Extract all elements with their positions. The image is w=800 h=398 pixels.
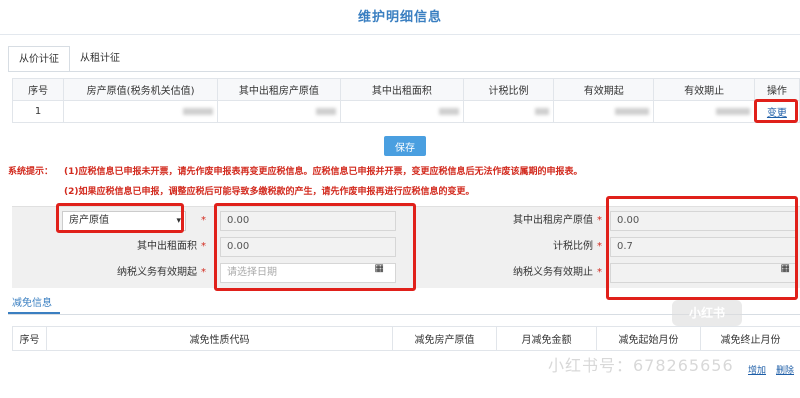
col-header-index: 序号	[11, 78, 65, 101]
col-header-monthly-relief: 月减免金额	[496, 326, 597, 351]
notice-line-1: 系统提示： (1)应税信息已申报未开票，请先作废申报表再变更应税信息。应税信息已申…	[8, 164, 583, 177]
table-row: 1 变更	[11, 100, 800, 123]
divider	[0, 34, 800, 35]
watermark-badge: 小红书	[672, 300, 742, 326]
cell-rent-original	[216, 100, 341, 123]
cell-start	[553, 100, 655, 123]
tab-bar: 从价计征 从租计征	[8, 46, 130, 72]
cell-original-value	[63, 100, 218, 123]
table-header-row: 序号 房产原值(税务机关估值) 其中出租房产原值 其中出租面积 计税比例 有效期…	[11, 78, 800, 101]
col-header-index: 序号	[12, 326, 47, 351]
divider	[8, 71, 800, 72]
col-header-relief-value: 减免房产原值	[392, 326, 497, 351]
watermark: 小红书号：678265656	[548, 356, 734, 375]
redacted-value	[315, 107, 336, 115]
highlight-box	[214, 203, 416, 291]
property-table: 序号 房产原值(税务机关估值) 其中出租房产原值 其中出租面积 计税比例 有效期…	[11, 78, 800, 123]
redacted-value	[438, 107, 459, 115]
tab-relief-info[interactable]: 减免信息	[12, 294, 52, 309]
delete-link[interactable]: 删除	[776, 363, 794, 376]
col-header-action: 操作	[753, 78, 800, 101]
redacted-value	[182, 107, 213, 115]
cell-index: 1	[11, 100, 65, 123]
save-button[interactable]: 保存	[384, 136, 426, 156]
table-header-row: 序号 减免性质代码 减免房产原值 月减免金额 减免起始月份 减免终止月份	[12, 326, 800, 351]
redacted-value	[535, 107, 550, 115]
highlight-box	[606, 196, 798, 300]
col-header-tax-ratio: 计税比例	[462, 78, 555, 101]
relief-table: 序号 减免性质代码 减免房产原值 月减免金额 减免起始月份 减免终止月份	[12, 326, 800, 351]
col-header-rent-area: 其中出租面积	[339, 78, 464, 101]
end-date-label: 纳税义务有效期止 *	[513, 267, 602, 278]
add-link[interactable]: 增加	[748, 363, 766, 376]
col-header-relief-end: 减免终止月份	[700, 326, 800, 351]
redacted-value	[615, 107, 650, 115]
highlight-box	[56, 203, 184, 233]
highlight-box	[754, 99, 798, 123]
redacted-value	[715, 107, 750, 115]
col-header-relief-start: 减免起始月份	[596, 326, 701, 351]
tab-ad-valorem[interactable]: 从价计征	[8, 46, 70, 72]
start-date-label: 纳税义务有效期起 *	[117, 267, 206, 278]
col-header-relief-code: 减免性质代码	[46, 326, 393, 351]
tax-ratio-label: 计税比例 *	[553, 241, 602, 252]
page-title: 维护明细信息	[357, 10, 442, 25]
col-header-start: 有效期起	[553, 78, 655, 101]
col-header-original-value: 房产原值(税务机关估值)	[63, 78, 218, 101]
col-header-rent-original: 其中出租房产原值	[216, 78, 341, 101]
cell-rent-area	[339, 100, 464, 123]
notice-line-2: (2)如果应税信息已申报，调整应税后可能导致多缴税款的产生，请先作废申报再进行应…	[64, 187, 475, 197]
cell-end	[653, 100, 755, 123]
active-tab-indicator	[8, 312, 60, 314]
tab-rent-based[interactable]: 从租计征	[70, 46, 130, 72]
required-mark: *	[201, 215, 206, 226]
cell-tax-ratio	[462, 100, 555, 123]
rent-area-label: 其中出租面积 *	[137, 241, 206, 252]
col-header-end: 有效期止	[653, 78, 755, 101]
notice-label: 系统提示：	[8, 167, 54, 177]
rent-original-label: 其中出租房产原值 *	[513, 215, 602, 226]
notice-text-1: (1)应税信息已申报未开票，请先作废申报表再变更应税信息。应税信息已申报并开票，…	[64, 167, 583, 177]
